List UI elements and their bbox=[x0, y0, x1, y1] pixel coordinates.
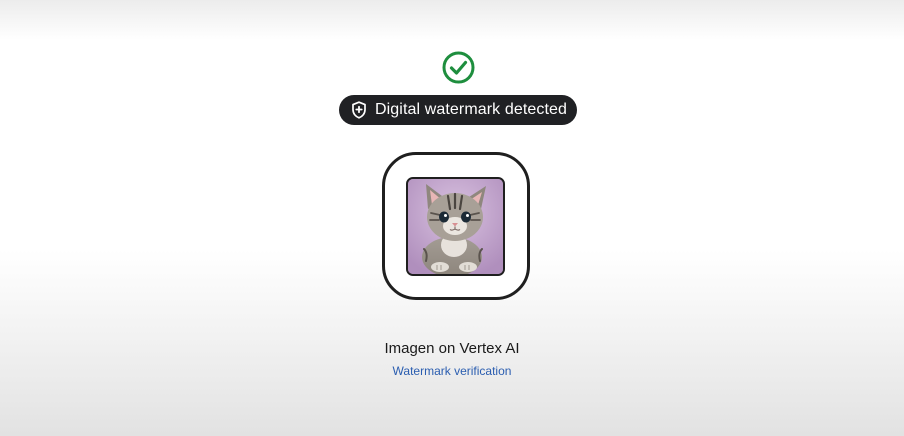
shield-plus-icon bbox=[352, 101, 366, 119]
product-title: Imagen on Vertex AI bbox=[384, 340, 520, 357]
watermark-status-badge: Digital watermark detected bbox=[339, 95, 577, 125]
check-circle-icon bbox=[442, 51, 475, 84]
badge-text: Digital watermark detected bbox=[375, 101, 568, 118]
kitten-image bbox=[406, 177, 505, 276]
watermark-verification-link[interactable]: Watermark verification bbox=[393, 364, 512, 378]
